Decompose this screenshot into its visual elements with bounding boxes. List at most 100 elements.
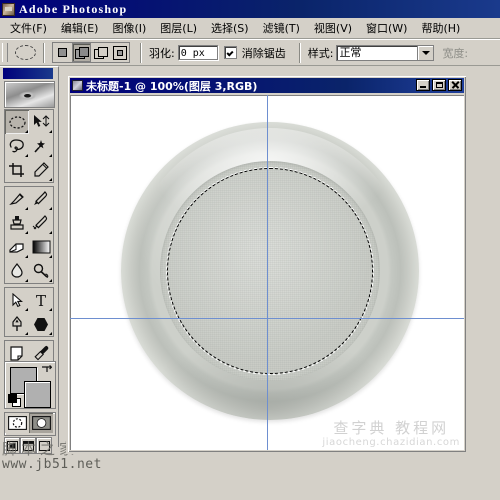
window-buttons [416, 79, 462, 91]
shape-tool[interactable] [29, 312, 53, 336]
intersect-selection-button[interactable] [110, 43, 129, 62]
document-icon [72, 80, 83, 91]
tool-flyout-corner [49, 207, 52, 210]
feather-label: 羽化: [149, 46, 175, 60]
pen-tool[interactable] [5, 312, 29, 336]
svg-text:T: T [36, 293, 46, 308]
menu-image[interactable]: 图像(I) [105, 19, 153, 37]
brush-tool[interactable] [29, 187, 53, 211]
full-screen-mode-icon [38, 440, 50, 451]
toolbox-palette: T [0, 66, 59, 454]
lasso-tool[interactable] [5, 134, 29, 158]
type-tool[interactable]: T [29, 288, 53, 312]
add-to-selection-button[interactable] [72, 43, 91, 62]
clone-stamp-tool[interactable] [5, 211, 29, 235]
tool-flyout-corner [25, 231, 28, 234]
menubar: 文件(F) 编辑(E) 图像(I) 图层(L) 选择(S) 滤镜(T) 视图(V… [0, 18, 500, 39]
guide-vertical[interactable] [267, 95, 268, 450]
crop-tool[interactable] [5, 158, 29, 182]
path-selection-tool[interactable] [5, 288, 29, 312]
tool-flyout-corner [49, 130, 52, 133]
add-to-selection-icon [75, 46, 89, 59]
options-bar-grip[interactable] [2, 43, 8, 62]
tool-flyout-corner [49, 178, 52, 181]
gradient-tool[interactable] [29, 235, 53, 259]
elliptical-marquee-icon [14, 45, 36, 60]
dodge-tool[interactable] [29, 259, 53, 283]
background-color-swatch[interactable] [24, 381, 51, 408]
new-selection-icon [58, 48, 67, 57]
tool-group-vector: T [4, 287, 54, 337]
standard-mode-button[interactable] [5, 413, 29, 433]
tool-flyout-corner [49, 154, 52, 157]
chevron-down-icon[interactable] [417, 45, 434, 60]
standard-screen-mode-button[interactable] [4, 437, 20, 454]
guide-horizontal[interactable] [70, 318, 464, 319]
antialias-checkbox-group[interactable]: 消除锯齿 [223, 45, 289, 61]
watermark-left-url: www.jb51.net [2, 457, 102, 472]
options-divider-3 [298, 42, 301, 63]
tool-group-retouch [4, 186, 54, 284]
standard-mode-icon [7, 416, 27, 430]
new-selection-button[interactable] [53, 43, 72, 62]
options-divider-2 [140, 42, 142, 63]
menu-file[interactable]: 文件(F) [3, 19, 54, 37]
tool-flyout-corner [25, 279, 28, 282]
quick-mask-mode-icon [31, 416, 51, 430]
quick-mask-group [4, 412, 56, 436]
tool-flyout-corner [49, 255, 52, 258]
maximize-button[interactable] [432, 79, 446, 91]
standard-screen-mode-icon [6, 440, 18, 451]
swap-colors-icon[interactable] [41, 364, 52, 375]
options-bar: 羽化: 0 px 消除锯齿 样式: 正常 宽度: [0, 39, 500, 66]
color-swatches [4, 361, 56, 409]
menu-filter[interactable]: 滤镜(T) [256, 19, 307, 37]
document-titlebar[interactable]: 未标题-1 @ 100%(图层 3,RGB) [70, 78, 464, 93]
marquee-tool[interactable] [5, 110, 29, 134]
subtract-from-selection-icon [94, 46, 108, 59]
slice-tool[interactable] [29, 158, 53, 182]
menu-window[interactable]: 窗口(W) [359, 19, 414, 37]
default-colors-icon[interactable] [8, 394, 21, 407]
menu-view[interactable]: 视图(V) [307, 19, 359, 37]
magic-wand-tool[interactable] [29, 134, 53, 158]
watermark-right-cn: 查字典 教程网 [333, 419, 450, 437]
minimize-button[interactable] [416, 79, 430, 91]
menu-select[interactable]: 选择(S) [204, 19, 256, 37]
watermark-right: 查字典 教程网 jiaocheng.chazidian.com [322, 417, 460, 448]
history-brush-tool[interactable] [29, 211, 53, 235]
tool-flyout-corner [49, 332, 52, 335]
status-strip [0, 488, 500, 500]
menu-help[interactable]: 帮助(H) [414, 19, 467, 37]
healing-brush-tool[interactable] [5, 187, 29, 211]
active-tool-preview[interactable] [12, 42, 38, 63]
selection-mode-group [52, 42, 130, 63]
document-title: 未标题-1 @ 100%(图层 3,RGB) [86, 79, 258, 93]
canvas-area[interactable]: 查字典 教程网 jiaocheng.chazidian.com [70, 95, 464, 450]
quick-mask-mode-button[interactable] [29, 413, 53, 433]
tool-flyout-corner [25, 332, 28, 335]
tool-flyout-corner [49, 231, 52, 234]
toolbox-titlebar[interactable] [3, 68, 53, 79]
menu-layer[interactable]: 图层(L) [153, 19, 204, 37]
full-screen-with-menubar-button[interactable] [20, 437, 36, 454]
style-select[interactable]: 正常 [336, 44, 435, 61]
tool-group-selection [4, 109, 54, 183]
app-titlebar: Adobe Photoshop [0, 0, 500, 18]
photoshop-window: Adobe Photoshop 文件(F) 编辑(E) 图像(I) 图层(L) … [0, 0, 500, 500]
subtract-from-selection-button[interactable] [91, 43, 110, 62]
feather-input[interactable]: 0 px [177, 45, 218, 60]
tool-flyout-corner [49, 279, 52, 282]
photoshop-eye-banner-icon[interactable] [4, 81, 55, 108]
menu-edit[interactable]: 编辑(E) [54, 19, 106, 37]
full-screen-mode-button[interactable] [36, 437, 52, 454]
tool-flyout-corner [49, 308, 52, 311]
tool-flyout-corner [25, 308, 28, 311]
tool-flyout-corner [25, 154, 28, 157]
move-tool[interactable] [29, 110, 53, 134]
antialias-checkbox[interactable] [223, 46, 237, 59]
close-button[interactable] [448, 79, 462, 91]
canvas-inner: 查字典 教程网 jiaocheng.chazidian.com [70, 95, 464, 450]
blur-tool[interactable] [5, 259, 29, 283]
eraser-tool[interactable] [5, 235, 29, 259]
